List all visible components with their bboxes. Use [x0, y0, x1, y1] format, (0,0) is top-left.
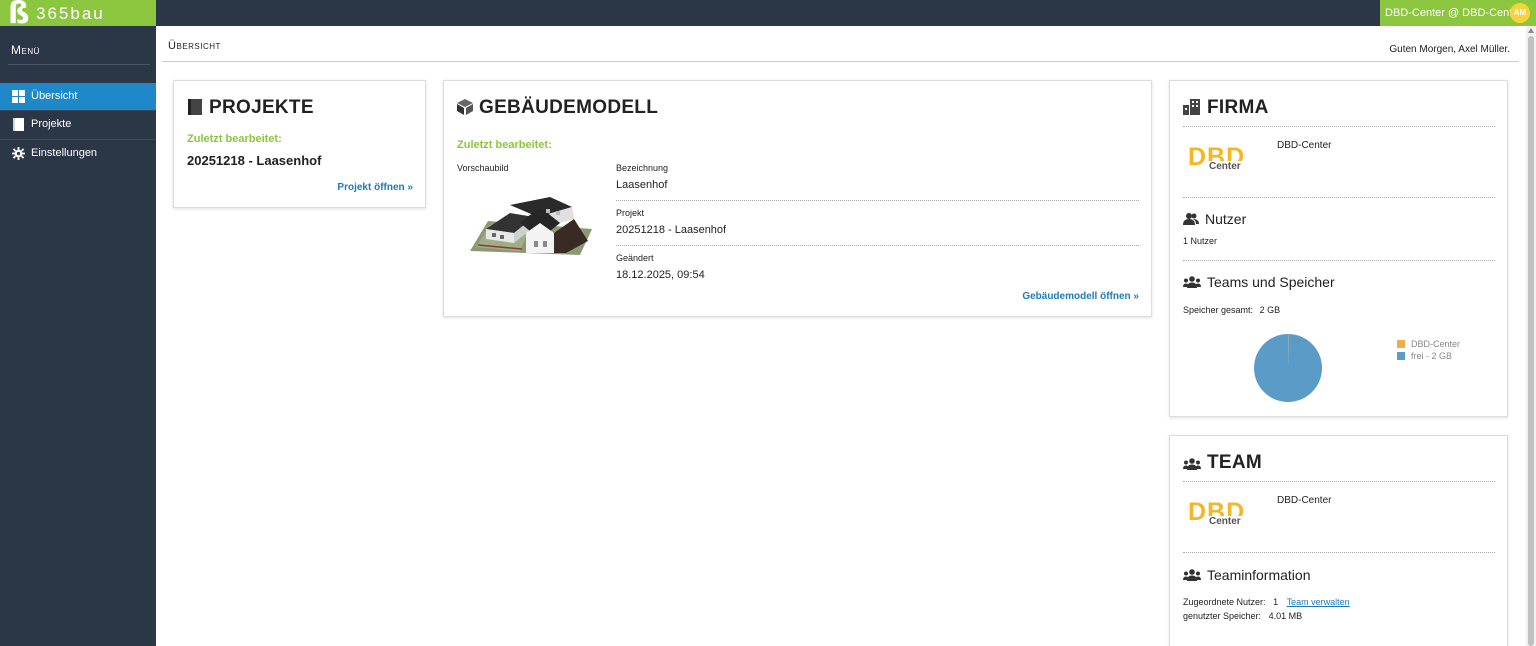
- logo-text: 365bau: [36, 4, 105, 23]
- teams-section-title: Teams und Speicher: [1183, 274, 1335, 290]
- sidebar: Menü Übersicht Projekte Einstellungen: [0, 26, 156, 646]
- team-logo: DBD Center: [1188, 498, 1246, 528]
- used-storage-value: 4.01 MB: [1268, 611, 1303, 621]
- tenant-switcher[interactable]: DBD-Center @ DBD-Center AM: [1380, 0, 1536, 26]
- firma-title: FIRMA: [1183, 97, 1269, 119]
- firma-card: FIRMA DBD Center DBD-Center Nutzer 1 Nut…: [1169, 80, 1508, 417]
- legend-swatch: [1397, 352, 1405, 360]
- scrollbar[interactable]: [1526, 26, 1536, 646]
- sidebar-item-label: Übersicht: [31, 90, 78, 102]
- avatar[interactable]: AM: [1510, 3, 1530, 23]
- section-divider: [1183, 552, 1495, 553]
- projekte-card: PROJEKTE Zuletzt bearbeitet: 20251218 - …: [173, 80, 426, 208]
- team-card: TEAM DBD Center DBD-Center Teaminformati…: [1169, 435, 1508, 646]
- gebaeudemodell-card: GEBÄUDEMODELL Zuletzt bearbeitet: Vorsch…: [443, 80, 1152, 317]
- team-name: DBD-Center: [1277, 495, 1332, 506]
- field-value-bezeichnung: Laasenhof: [616, 179, 668, 191]
- section-divider: [1183, 481, 1495, 482]
- project-name: 20251218 - Laasenhof: [187, 153, 322, 168]
- field-label-projekt: Projekt: [616, 208, 645, 218]
- manage-team-link[interactable]: Team verwalten: [1287, 597, 1350, 607]
- storage-total: Speicher gesamt: 2 GB: [1183, 305, 1280, 315]
- field-value-projekt: 20251218 - Laasenhof: [616, 224, 727, 236]
- field-label-bezeichnung: Bezeichnung: [616, 163, 669, 173]
- teaminfo-section-title: Teaminformation: [1183, 567, 1311, 583]
- legend-item: DBD-Center: [1397, 338, 1460, 350]
- header-divider: [162, 61, 1519, 62]
- last-edited-label: Zuletzt bearbeitet:: [457, 139, 552, 151]
- dashboard-icon: [12, 90, 25, 103]
- book-icon: [188, 99, 202, 115]
- users-icon: [1183, 458, 1201, 470]
- users-icon: [1183, 276, 1201, 288]
- assigned-users-label: Zugeordnete Nutzer:: [1183, 597, 1266, 607]
- company-logo: DBD Center: [1188, 143, 1246, 173]
- assigned-users-value: 1: [1273, 597, 1279, 607]
- scroll-up-arrow-icon[interactable]: [1528, 28, 1534, 33]
- sidebar-item-uebersicht[interactable]: Übersicht: [0, 83, 156, 110]
- app-logo[interactable]: ß 365bau: [0, 0, 156, 31]
- tenant-label: DBD-Center @ DBD-Center: [1385, 7, 1523, 19]
- storage-pie-chart: [1254, 334, 1322, 402]
- field-label-geaendert: Geändert: [616, 253, 654, 263]
- top-bar: [0, 0, 1536, 26]
- sidebar-item-label: Einstellungen: [31, 147, 98, 159]
- preview-label: Vorschaubild: [457, 163, 509, 173]
- used-storage-row: genutzter Speicher: 4.01 MB: [1183, 611, 1302, 621]
- storage-value: 2 GB: [1259, 305, 1281, 315]
- building-preview-image[interactable]: [470, 189, 592, 257]
- section-divider: [1183, 260, 1495, 261]
- storage-label: Speicher gesamt:: [1183, 305, 1254, 315]
- last-edited-label: Zuletzt bearbeitet:: [187, 133, 282, 145]
- team-title: TEAM: [1183, 452, 1262, 474]
- legend-item: frei - 2 GB: [1397, 350, 1460, 362]
- field-divider: [616, 200, 1139, 201]
- section-divider: [1183, 126, 1495, 127]
- section-divider: [1183, 197, 1495, 198]
- user-icon: [1183, 213, 1199, 225]
- menu-divider: [8, 64, 150, 65]
- field-value-geaendert: 18.12.2025, 09:54: [616, 269, 705, 281]
- open-project-link[interactable]: Projekt öffnen »: [337, 182, 413, 193]
- building-icon: [1183, 99, 1200, 115]
- pie-legend: DBD-Center frei - 2 GB: [1397, 338, 1460, 362]
- pie-slice-1: [1254, 334, 1322, 402]
- used-storage-label: genutzter Speicher:: [1183, 611, 1262, 621]
- company-name: DBD-Center: [1277, 140, 1332, 151]
- book-icon: [13, 118, 24, 131]
- gebaeudemodell-title: GEBÄUDEMODELL: [457, 97, 658, 119]
- open-building-model-link[interactable]: Gebäudemodell öffnen »: [1022, 291, 1139, 302]
- legend-label: frei - 2 GB: [1411, 351, 1453, 361]
- sidebar-item-label: Projekte: [31, 118, 72, 130]
- breadcrumb: Übersicht: [168, 40, 221, 52]
- greeting-text: Guten Morgen, Axel Müller.: [1389, 44, 1510, 55]
- field-divider: [616, 245, 1139, 246]
- nutzer-count: 1 Nutzer: [1183, 236, 1218, 246]
- sidebar-item-projekte[interactable]: Projekte: [0, 111, 156, 138]
- sidebar-item-einstellungen[interactable]: Einstellungen: [0, 140, 156, 167]
- projekte-title: PROJEKTE: [187, 97, 314, 119]
- assigned-users-row: Zugeordnete Nutzer: 1 Team verwalten: [1183, 597, 1350, 607]
- menu-title: Menü: [11, 43, 40, 57]
- legend-label: DBD-Center: [1411, 339, 1461, 349]
- scrollbar-thumb[interactable]: [1528, 36, 1534, 646]
- legend-swatch: [1397, 340, 1405, 348]
- gear-icon: [12, 147, 25, 160]
- nutzer-section-title: Nutzer: [1183, 211, 1246, 227]
- cube-icon: [457, 99, 473, 115]
- users-icon: [1183, 569, 1201, 581]
